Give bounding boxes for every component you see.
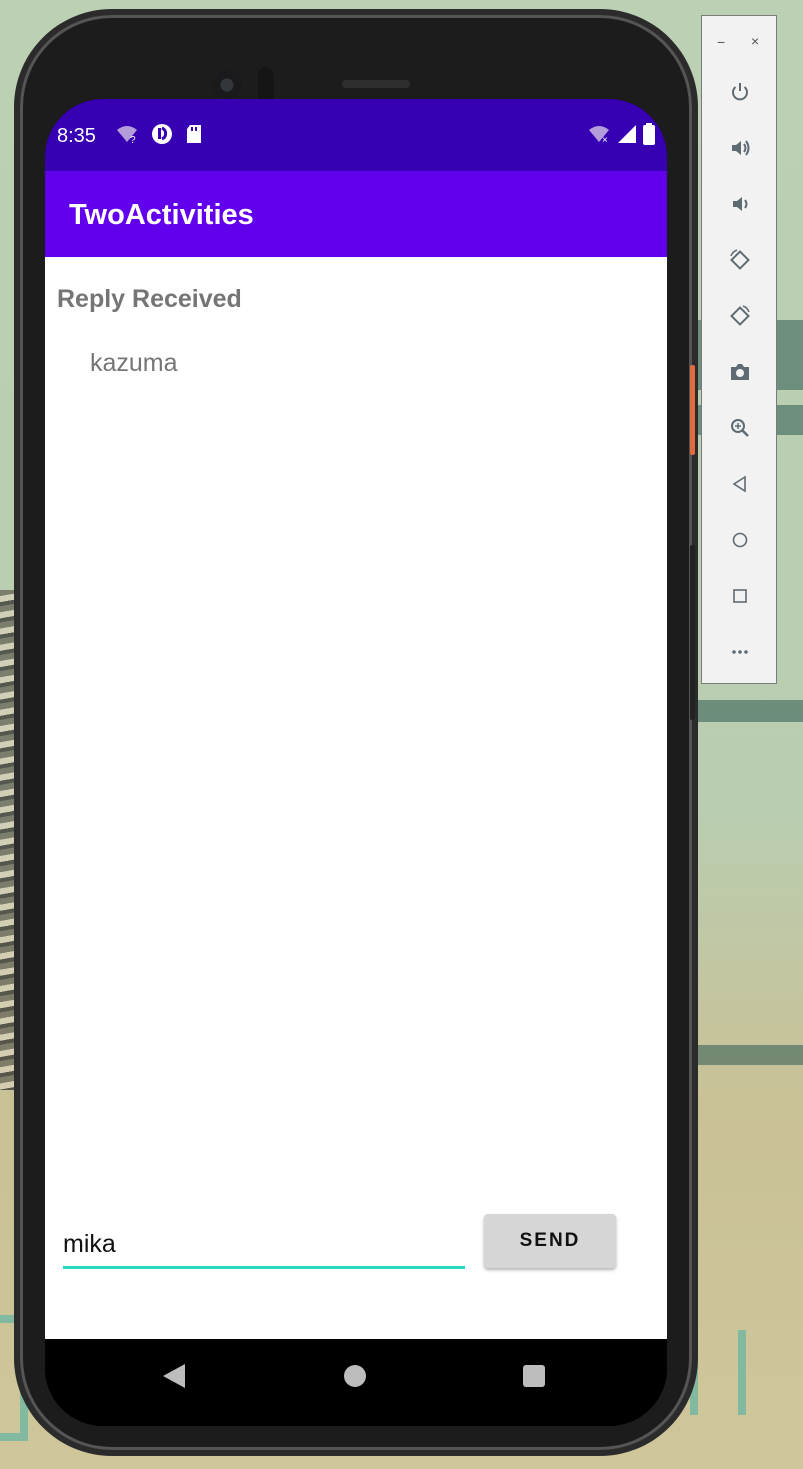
svg-text:?: ? <box>130 135 136 144</box>
status-time: 8:35 <box>57 125 96 147</box>
wallpaper-stripe <box>690 1045 803 1065</box>
rotate-left-icon[interactable] <box>724 244 756 276</box>
home-icon[interactable] <box>724 524 756 556</box>
reply-header: Reply Received <box>57 285 242 313</box>
phone-frame: 8:35 ? × TwoActivities Reply Received ka… <box>20 15 692 1450</box>
signal-icon <box>618 125 636 143</box>
minimize-button[interactable]: − <box>717 34 725 50</box>
recents-icon[interactable] <box>523 1365 545 1387</box>
volume-up-icon[interactable] <box>724 132 756 164</box>
earpiece-speaker <box>342 80 410 88</box>
home-icon[interactable] <box>344 1365 366 1387</box>
front-camera <box>212 70 242 100</box>
phone-screen: 8:35 ? × TwoActivities Reply Received ka… <box>45 99 667 1426</box>
svg-text:×: × <box>602 135 608 144</box>
close-button[interactable]: × <box>751 33 759 49</box>
wallpaper-figure <box>0 590 22 1090</box>
data-saver-icon <box>152 124 172 144</box>
send-button[interactable]: SEND <box>484 1214 616 1268</box>
power-icon[interactable] <box>724 76 756 108</box>
proximity-sensor <box>258 67 274 103</box>
zoom-icon[interactable] <box>724 412 756 444</box>
side-button <box>690 545 695 720</box>
app-bar: TwoActivities <box>45 171 667 257</box>
back-icon[interactable] <box>163 1364 185 1388</box>
volume-down-icon[interactable] <box>724 188 756 220</box>
battery-icon <box>643 123 655 145</box>
wallpaper-stripe <box>690 700 803 722</box>
reply-text: kazuma <box>90 349 178 377</box>
main-content: Reply Received kazuma SEND <box>45 257 667 1339</box>
app-title: TwoActivities <box>69 199 254 231</box>
overview-icon[interactable] <box>724 580 756 612</box>
more-icon[interactable] <box>724 636 756 668</box>
wifi-question-icon: ? <box>117 126 137 144</box>
wifi-off-icon: × <box>589 126 609 144</box>
wallpaper-letter <box>690 1330 746 1415</box>
status-bar: 8:35 ? × <box>45 99 667 171</box>
rotate-right-icon[interactable] <box>724 300 756 332</box>
emulator-toolbar: − × <box>701 15 777 684</box>
back-icon[interactable] <box>724 468 756 500</box>
message-input[interactable] <box>63 1222 465 1269</box>
side-button <box>690 365 695 455</box>
sd-card-icon <box>187 125 201 143</box>
camera-icon[interactable] <box>724 356 756 388</box>
navigation-bar <box>45 1339 667 1426</box>
